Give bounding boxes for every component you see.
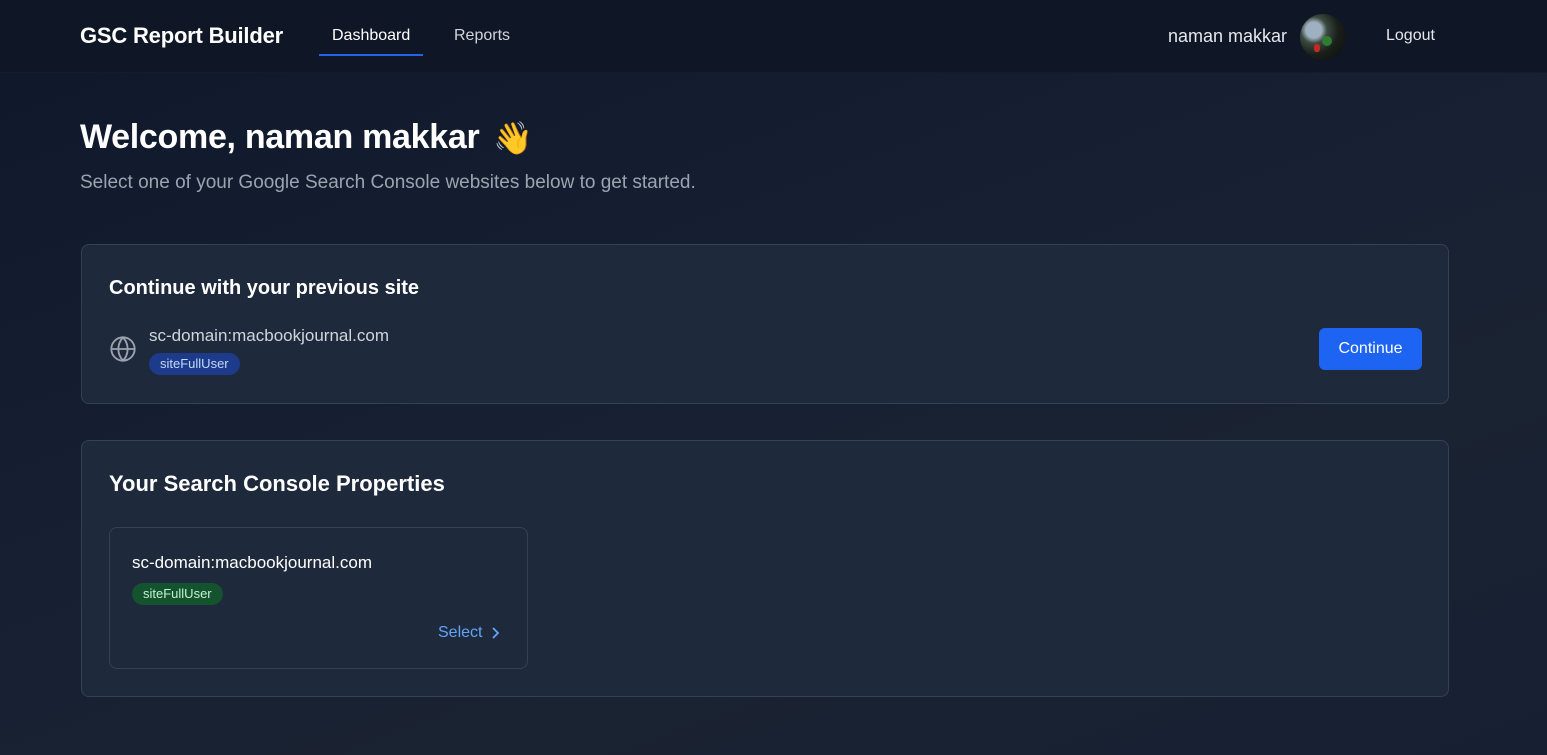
- properties-title: Your Search Console Properties: [109, 471, 445, 496]
- property-item[interactable]: sc-domain:macbookjournal.com siteFullUse…: [109, 527, 528, 669]
- avatar[interactable]: [1300, 14, 1346, 60]
- permission-badge: siteFullUser: [132, 583, 223, 605]
- properties-card: Your Search Console Properties sc-domain…: [81, 440, 1449, 697]
- previous-site-domain: sc-domain:macbookjournal.com: [149, 326, 389, 345]
- nav-dashboard[interactable]: Dashboard: [332, 27, 410, 45]
- previous-site-card: Continue with your previous site sc-doma…: [81, 244, 1449, 404]
- nav-reports[interactable]: Reports: [454, 27, 510, 45]
- logout-button[interactable]: Logout: [1386, 27, 1435, 45]
- select-label: Select: [438, 624, 483, 641]
- select-property-link[interactable]: Select: [438, 624, 500, 642]
- property-domain: sc-domain:macbookjournal.com: [132, 553, 372, 572]
- nav-active-indicator: [319, 54, 423, 56]
- chevron-right-icon: [492, 627, 500, 639]
- continue-button[interactable]: Continue: [1319, 328, 1422, 370]
- page-title: Welcome, naman makkar 👋: [80, 118, 533, 157]
- wave-emoji-icon: 👋: [493, 119, 533, 156]
- avatar-detail: [1322, 36, 1332, 46]
- top-navbar: GSC Report Builder Dashboard Reports nam…: [0, 0, 1547, 73]
- app-brand[interactable]: GSC Report Builder: [80, 23, 283, 49]
- previous-site-title: Continue with your previous site: [109, 277, 420, 299]
- avatar-detail: [1314, 44, 1320, 52]
- welcome-text: Welcome, naman makkar: [80, 118, 480, 156]
- user-name: naman makkar: [1168, 26, 1288, 46]
- globe-icon: [110, 335, 136, 363]
- permission-badge: siteFullUser: [149, 353, 240, 375]
- page-subtitle: Select one of your Google Search Console…: [80, 172, 696, 193]
